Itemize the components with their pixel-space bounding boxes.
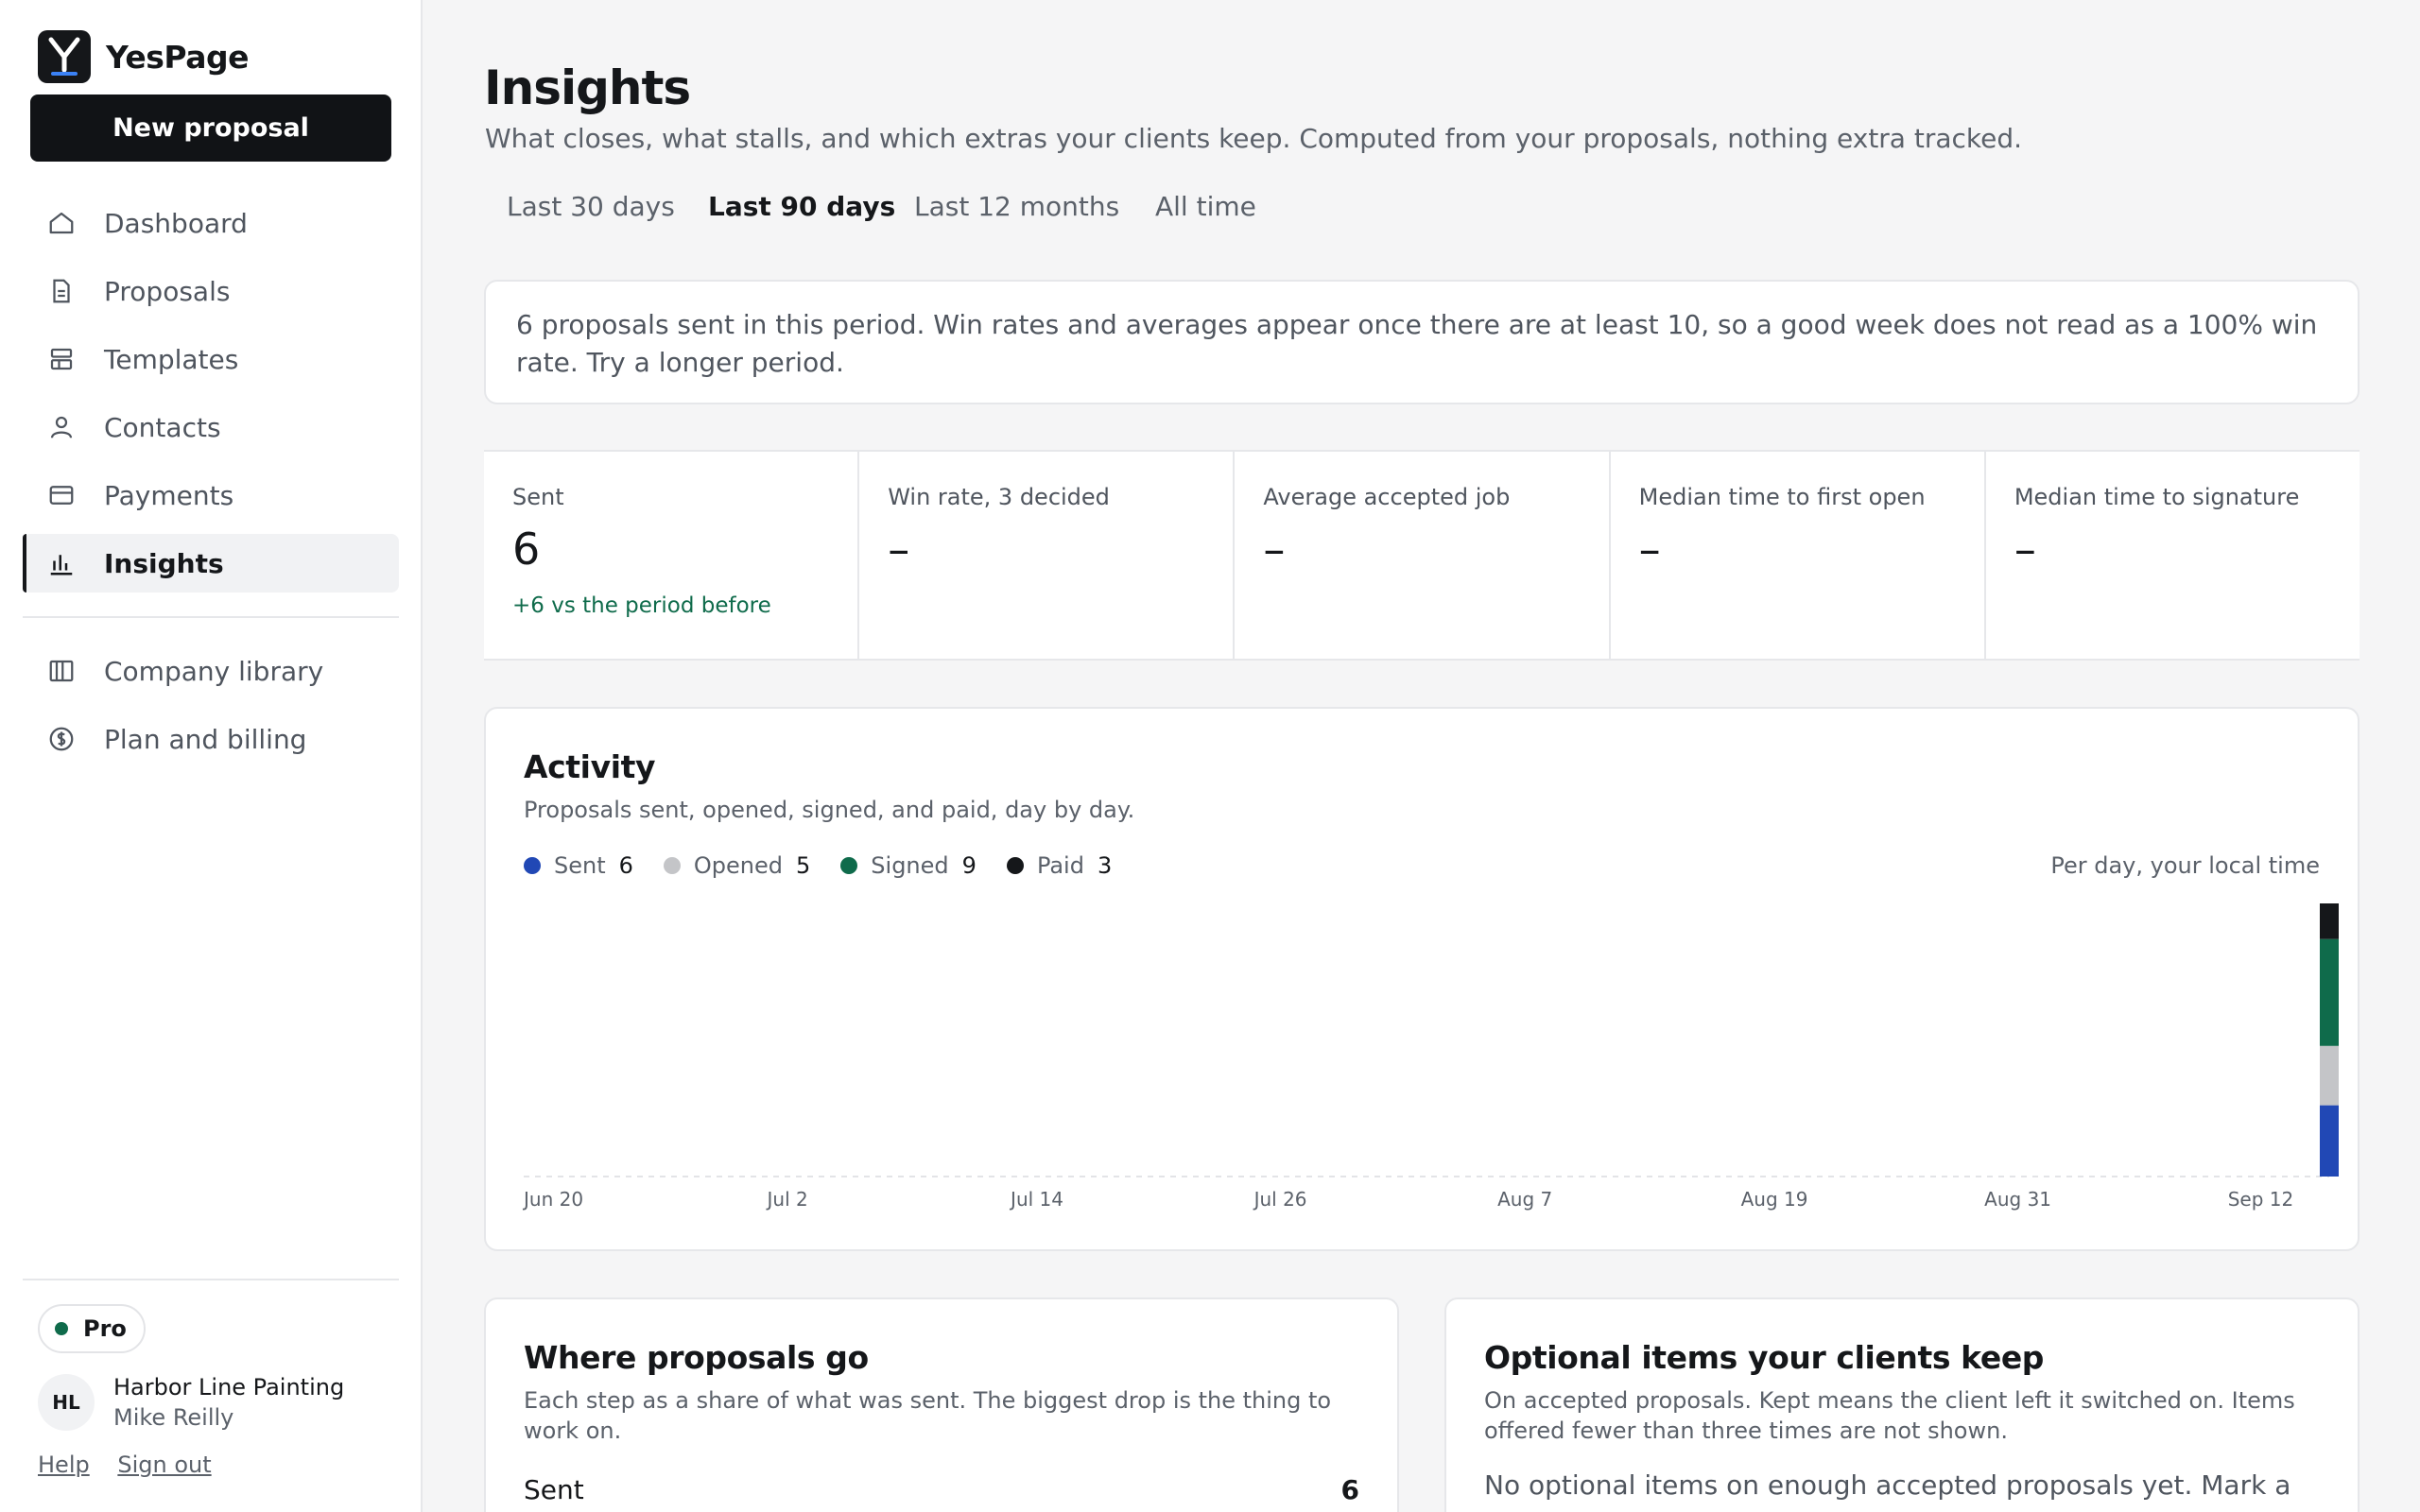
stat-label: Sent	[512, 484, 564, 510]
library-icon	[45, 655, 78, 687]
x-tick-label: Aug 31	[1984, 1188, 2051, 1211]
template-icon	[45, 343, 78, 375]
optional-items-subtitle: On accepted proposals. Kept means the cl…	[1484, 1387, 2295, 1444]
sidebar-item-payments[interactable]: Payments	[23, 466, 399, 524]
avatar: HL	[38, 1374, 95, 1431]
document-icon	[45, 275, 78, 307]
activity-chart: Jun 20 Jul 2 Jul 14 Jul 26 Aug 7 Aug 19 Aug 31…	[522, 903, 2339, 1211]
stat-average-accepted-job: Average accepted job –	[1235, 452, 1611, 659]
footer-links: Help Sign out	[38, 1452, 233, 1478]
x-tick-label: Sep 12	[2228, 1188, 2294, 1211]
stat-median-first-open: Median time to first open –	[1611, 452, 1986, 659]
sidebar-item-label: Payments	[104, 479, 234, 511]
funnel-title: Where proposals go	[524, 1339, 869, 1376]
bar-signed[interactable]	[2320, 938, 2339, 1046]
funnel-card: Where proposals go Each step as a share …	[484, 1297, 1399, 1512]
sidebar-item-dashboard[interactable]: Dashboard	[23, 194, 399, 252]
stat-label: Average accepted job	[1263, 484, 1511, 510]
sidebar-item-label: Contacts	[104, 411, 221, 443]
bar-chart-icon	[45, 547, 78, 579]
stat-value: –	[1263, 524, 1286, 575]
card-icon	[45, 479, 78, 511]
home-icon	[45, 207, 78, 239]
yespage-logo-icon	[38, 30, 91, 83]
optional-items-card: Optional items your clients keep On acce…	[1444, 1297, 2360, 1512]
stat-value: –	[1638, 524, 1661, 575]
sidebar-item-contacts[interactable]: Contacts	[23, 398, 399, 456]
page-subtitle: What closes, what stalls, and which extr…	[485, 123, 2023, 154]
account-block[interactable]: HL Harbor Line Painting Mike Reilly	[38, 1374, 344, 1431]
funnel-subtitle: Each step as a share of what was sent. T…	[524, 1387, 1332, 1444]
x-tick-label: Aug 7	[1497, 1188, 1552, 1211]
activity-card: Activity Proposals sent, opened, signed,…	[484, 707, 2360, 1251]
x-tick-label: Jun 20	[522, 1188, 583, 1211]
tab-all-time[interactable]: All time	[1155, 191, 1256, 222]
optional-items-title: Optional items your clients keep	[1484, 1339, 2045, 1376]
x-tick-label: Jul 26	[1253, 1188, 1307, 1211]
stat-label: Median time to first open	[1638, 484, 1926, 510]
tab-last-30-days[interactable]: Last 30 days	[507, 191, 675, 222]
sidebar-divider	[23, 1279, 399, 1280]
stat-delta: +6 vs the period before	[512, 593, 771, 618]
stat-value: 6	[512, 524, 541, 575]
stat-value: –	[888, 524, 910, 575]
sidebar-item-templates[interactable]: Templates	[23, 330, 399, 388]
tab-last-12-months[interactable]: Last 12 months	[914, 191, 1119, 222]
plan-badge[interactable]: Pro	[38, 1304, 146, 1353]
sidebar-item-label: Insights	[104, 547, 224, 579]
funnel-step-value: 6	[1340, 1474, 1359, 1505]
new-proposal-button[interactable]: New proposal	[30, 94, 391, 162]
account-user: Mike Reilly	[113, 1404, 234, 1431]
sidebar-item-company-library[interactable]: Company library	[23, 642, 399, 700]
funnel-step-label: Sent	[524, 1474, 584, 1505]
plan-label: Pro	[83, 1315, 127, 1342]
sidebar-divider	[23, 616, 399, 618]
stat-sent: Sent 6 +6 vs the period before	[484, 452, 860, 659]
sidebar-item-label: Dashboard	[104, 207, 248, 239]
sidebar-item-plan-billing[interactable]: Plan and billing	[23, 710, 399, 768]
bar-paid[interactable]	[2320, 903, 2339, 939]
stats-strip: Sent 6 +6 vs the period before Win rate,…	[484, 450, 2360, 661]
sidebar-item-label: Templates	[104, 343, 239, 375]
optional-items-empty-state: No optional items on enough accepted pro…	[1484, 1469, 2291, 1512]
help-link[interactable]: Help	[38, 1452, 90, 1478]
bar-sent[interactable]	[2320, 1105, 2339, 1177]
stat-label: Win rate, 3 decided	[888, 484, 1110, 510]
x-tick-label: Jul 14	[1009, 1188, 1063, 1211]
funnel-row-sent: Sent 6	[524, 1474, 1359, 1505]
sidebar-item-proposals[interactable]: Proposals	[23, 262, 399, 320]
person-icon	[45, 411, 78, 443]
dollar-circle-icon	[45, 723, 78, 755]
sidebar-item-insights[interactable]: Insights	[23, 534, 399, 593]
stat-median-signature: Median time to signature –	[1986, 452, 2360, 659]
account-company: Harbor Line Painting	[113, 1374, 345, 1400]
sidebar-item-label: Company library	[104, 655, 324, 687]
status-dot	[55, 1322, 68, 1335]
tab-last-90-days[interactable]: Last 90 days	[708, 191, 895, 222]
sign-out-link[interactable]: Sign out	[117, 1452, 211, 1478]
sample-size-notice: 6 proposals sent in this period. Win rat…	[484, 280, 2360, 404]
sidebar-item-label: Proposals	[104, 275, 231, 307]
page-title: Insights	[484, 60, 691, 115]
x-tick-label: Jul 2	[766, 1188, 808, 1211]
stat-value: –	[2014, 524, 2036, 575]
brand[interactable]: YesPage	[38, 30, 249, 83]
sidebar: YesPage New proposal Dashboard Proposals…	[0, 0, 423, 1512]
x-tick-label: Aug 19	[1741, 1188, 1808, 1211]
bar-opened[interactable]	[2320, 1045, 2339, 1106]
sidebar-item-label: Plan and billing	[104, 723, 307, 755]
stat-win-rate: Win rate, 3 decided –	[859, 452, 1236, 659]
stat-label: Median time to signature	[2014, 484, 2300, 510]
app-name: YesPage	[106, 38, 249, 76]
